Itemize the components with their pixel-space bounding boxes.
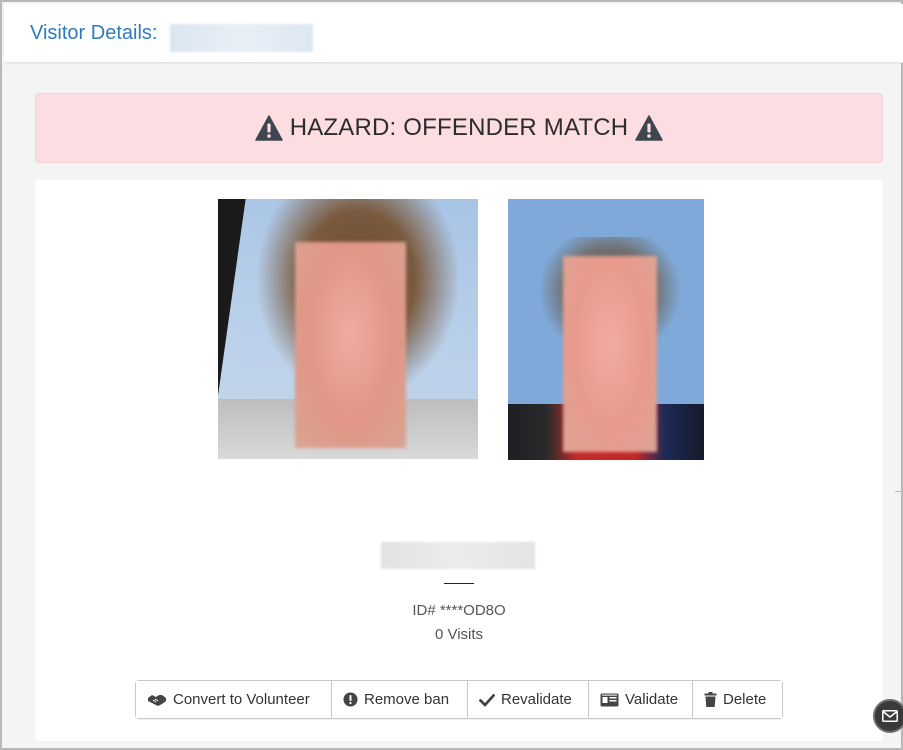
- visitor-id-photo[interactable]: [218, 199, 478, 459]
- exclamation-circle-icon: [343, 692, 358, 707]
- page-title: Visitor Details:: [30, 22, 158, 44]
- visit-count: 0 Visits: [434, 626, 484, 643]
- validate-button[interactable]: Validate: [589, 681, 693, 718]
- button-label: Convert to Volunteer: [173, 691, 310, 708]
- remove-ban-button[interactable]: Remove ban: [332, 681, 468, 718]
- handshake-icon: [148, 694, 166, 706]
- divider: [444, 583, 474, 584]
- action-button-group: Convert to Volunteer Remove ban Revalida…: [135, 680, 783, 719]
- visitor-name-redacted: [170, 24, 313, 52]
- visitor-id: ID# ****OD8O: [412, 602, 506, 619]
- button-label: Revalidate: [501, 691, 572, 708]
- visitor-card: ID# ****OD8O 0 Visits Convert to Volunte…: [35, 180, 883, 741]
- button-label: Delete: [723, 691, 767, 708]
- button-label: Remove ban: [364, 691, 450, 708]
- message-button[interactable]: [873, 699, 903, 733]
- alert-text: HAZARD: OFFENDER MATCH: [289, 114, 629, 141]
- envelope-icon: [882, 710, 898, 722]
- warning-triangle-icon: [635, 115, 664, 141]
- id-card-icon: [600, 693, 619, 706]
- checkmark-icon: [479, 693, 495, 706]
- app-window: Visitor Details: HAZARD: OFFENDER MATCH: [0, 0, 903, 750]
- face-blur: [295, 242, 406, 448]
- scroll-indicator: [895, 491, 903, 492]
- convert-to-volunteer-button[interactable]: Convert to Volunteer: [136, 681, 332, 718]
- warning-triangle-icon: [254, 115, 283, 141]
- face-blur: [563, 256, 657, 452]
- trash-icon: [704, 692, 717, 707]
- page-header: Visitor Details:: [4, 4, 903, 63]
- visitor-name-redacted: [381, 542, 535, 569]
- revalidate-button[interactable]: Revalidate: [468, 681, 589, 718]
- button-label: Validate: [625, 691, 679, 708]
- offender-match-photo[interactable]: [508, 199, 704, 460]
- delete-button[interactable]: Delete: [693, 681, 782, 718]
- hazard-alert: HAZARD: OFFENDER MATCH: [35, 93, 883, 163]
